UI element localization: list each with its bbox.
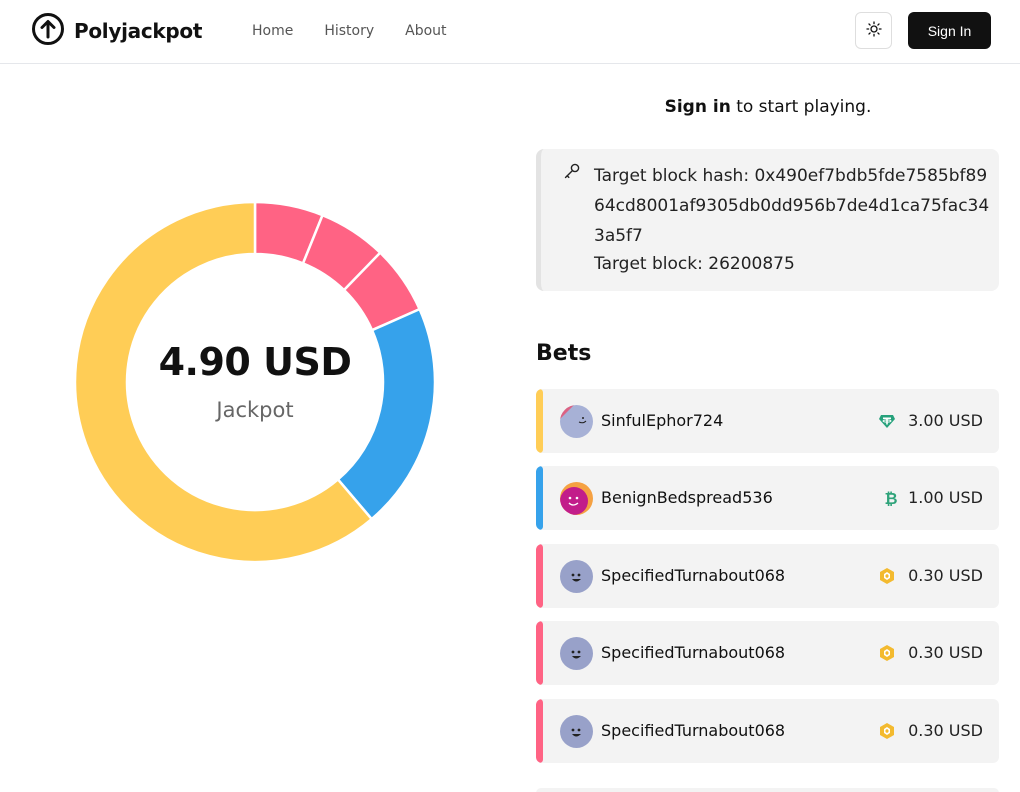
target-block-value: 26200875 (708, 254, 795, 274)
bet-row-partial (536, 788, 999, 792)
bitcoin-icon: ₿ (882, 489, 900, 508)
target-block-hash-label: Target block hash: (594, 166, 755, 186)
sign-in-prompt: Sign in to start playing. (537, 97, 999, 117)
bet-row[interactable]: SinfulEphor724 3.00 USD (536, 389, 999, 453)
bet-color-bar (536, 389, 543, 453)
nav-about[interactable]: About (405, 20, 446, 42)
user-avatar (560, 560, 593, 593)
jackpot-label: Jackpot (216, 398, 294, 422)
target-block-hash: Target block hash: 0x490ef7bdb5fde7585bf… (594, 161, 994, 251)
logo-text: Polyjackpot (74, 19, 203, 43)
bet-username: SpecifiedTurnabout068 (601, 643, 786, 662)
bet-username: SpecifiedTurnabout068 (601, 566, 786, 585)
bet-amount: 0.30 USD (908, 566, 983, 585)
bet-row[interactable]: SpecifiedTurnabout068 0.30 USD (536, 621, 999, 685)
user-avatar (560, 637, 593, 670)
bet-row[interactable]: BenignBedspread536 ₿ 1.00 USD (536, 466, 999, 530)
prompt-text: to start playing. (730, 97, 872, 117)
arrow-up-circle-icon (31, 12, 65, 50)
sun-icon (865, 21, 882, 40)
bet-color-bar (536, 621, 543, 685)
nav-home[interactable]: Home (252, 20, 293, 42)
sign-in-link[interactable]: Sign in (665, 97, 731, 117)
target-block: Target block: 26200875 (594, 250, 795, 279)
key-icon (563, 162, 581, 180)
bet-amount: 1.00 USD (908, 488, 983, 507)
top-navbar: Polyjackpot Home History About Sign In (0, 0, 1020, 64)
target-block-panel: Target block hash: 0x490ef7bdb5fde7585bf… (536, 149, 999, 291)
bnb-icon (878, 567, 896, 585)
bet-username: SinfulEphor724 (601, 411, 724, 430)
user-avatar (560, 405, 593, 438)
user-avatar (560, 482, 593, 515)
jackpot-amount: 4.90 USD (158, 340, 352, 384)
bets-heading: Bets (536, 341, 592, 366)
bet-color-bar (536, 544, 543, 608)
bet-amount: 3.00 USD (908, 411, 983, 430)
svg-text:₿: ₿ (884, 489, 897, 507)
bet-color-bar (536, 699, 543, 763)
bet-username: SpecifiedTurnabout068 (601, 721, 786, 740)
user-avatar (560, 715, 593, 748)
bnb-icon (878, 722, 896, 740)
bet-amount: 0.30 USD (908, 721, 983, 740)
target-block-label: Target block: (594, 254, 709, 274)
logo-link[interactable]: Polyjackpot (31, 12, 203, 50)
nav-history[interactable]: History (324, 20, 374, 42)
theme-toggle-button[interactable] (855, 12, 892, 49)
main-nav: Home History About (252, 20, 478, 42)
bet-username: BenignBedspread536 (601, 488, 773, 507)
bet-row[interactable]: SpecifiedTurnabout068 0.30 USD (536, 699, 999, 763)
sign-in-button[interactable]: Sign In (908, 12, 991, 49)
tether-icon (878, 412, 896, 430)
bnb-icon (878, 644, 896, 662)
bet-row[interactable]: SpecifiedTurnabout068 0.30 USD (536, 544, 999, 608)
bet-amount: 0.30 USD (908, 643, 983, 662)
bet-color-bar (536, 466, 543, 530)
